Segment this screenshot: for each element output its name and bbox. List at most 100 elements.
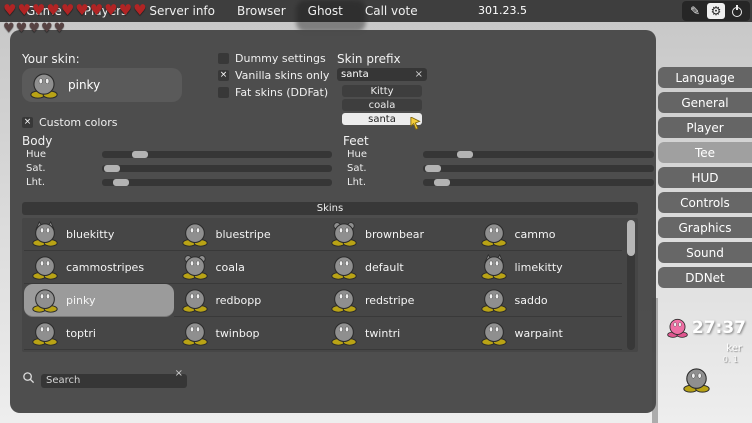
timer-text: 27:37	[692, 318, 746, 338]
tab-language[interactable]: Language	[658, 67, 752, 88]
menu-item-ghost[interactable]: Ghost	[308, 4, 343, 18]
tab-tee[interactable]: Tee	[658, 142, 752, 163]
search-clear-button[interactable]: ×	[175, 369, 183, 379]
prefix-option-coala[interactable]: coala	[342, 99, 422, 111]
slider-handle[interactable]	[113, 179, 129, 186]
body-hue-slider: Hue	[22, 148, 332, 162]
feet-lht-slider: Lht.	[343, 176, 654, 190]
slider-handle[interactable]	[104, 165, 120, 172]
skins-scrollbar[interactable]	[627, 220, 635, 350]
prefix-option-santa[interactable]: santa	[342, 113, 422, 125]
slider-label: Hue	[347, 149, 367, 160]
skin-name: bluekitty	[66, 228, 114, 241]
skin-item-bluestripe[interactable]: bluestripe	[174, 218, 324, 251]
menu-item-server-info[interactable]: Server info	[149, 4, 215, 18]
tee-avatar	[32, 254, 58, 280]
skin-item-saddo[interactable]: saddo	[473, 284, 623, 317]
checkbox-label: Custom colors	[39, 116, 117, 129]
prefix-clear-button[interactable]: ×	[415, 70, 423, 80]
slider-label: Hue	[26, 149, 46, 160]
scrollbar-handle[interactable]	[627, 220, 635, 256]
slider-rail[interactable]	[102, 179, 332, 186]
skin-name: redstripe	[365, 294, 414, 307]
feet-hue-slider: Hue	[343, 148, 654, 162]
skin-item-pinky[interactable]: pinky	[24, 284, 174, 317]
search-icon	[22, 371, 35, 384]
settings-gear-icon[interactable]: ⚙	[707, 3, 725, 19]
checkbox-fat-skins[interactable]: Fat skins (DDFat)	[218, 86, 329, 99]
tee-avatar	[331, 254, 357, 280]
body-sat-slider: Sat.	[22, 162, 332, 176]
search-input[interactable]	[41, 374, 187, 388]
slider-handle[interactable]	[457, 151, 473, 158]
power-icon[interactable]	[728, 3, 746, 19]
checkbox-dummy-settings[interactable]: Dummy settings	[218, 52, 329, 65]
slider-handle[interactable]	[132, 151, 148, 158]
tee-avatar	[182, 254, 208, 280]
skin-item-coala[interactable]: coala	[174, 251, 324, 284]
skin-item-brownbear[interactable]: brownbear	[323, 218, 473, 251]
tab-general[interactable]: General	[658, 92, 752, 113]
skin-item-toptri[interactable]: toptri	[24, 317, 174, 350]
skin-item-redstripe[interactable]: redstripe	[323, 284, 473, 317]
tab-hud[interactable]: HUD	[658, 167, 752, 188]
slider-rail[interactable]	[423, 151, 654, 158]
current-skin-name: pinky	[68, 78, 100, 92]
armor-heart-icon: ♥	[54, 21, 66, 37]
editor-pencil-icon[interactable]: ✎	[686, 3, 704, 19]
slider-label: Sat.	[347, 163, 367, 174]
heart-icon: ♥	[104, 1, 117, 19]
skin-name: saddo	[515, 294, 548, 307]
skin-item-cammostripes[interactable]: cammostripes	[24, 251, 174, 284]
tee-avatar	[481, 254, 507, 280]
skin-prefix-value: santa	[341, 69, 415, 80]
checkbox-box	[218, 53, 229, 64]
tee-avatar	[182, 287, 208, 313]
skin-item-twinbop[interactable]: twinbop	[174, 317, 324, 350]
tee-avatar	[481, 287, 507, 313]
checkbox-label: Vanilla skins only	[235, 69, 329, 82]
nameplate-sub: 0. 1	[723, 355, 738, 364]
tab-graphics[interactable]: Graphics	[658, 217, 752, 238]
tee-avatar	[331, 287, 357, 313]
skin-name: twinbop	[216, 327, 260, 340]
menu-item-call-vote[interactable]: Call vote	[365, 4, 418, 18]
skin-name: warpaint	[515, 327, 563, 340]
tab-controls[interactable]: Controls	[658, 192, 752, 213]
tab-ddnet[interactable]: DDNet	[658, 267, 752, 288]
slider-handle[interactable]	[425, 165, 441, 172]
slider-handle[interactable]	[434, 179, 450, 186]
prefix-option-kitty[interactable]: Kitty	[342, 85, 422, 97]
slider-rail[interactable]	[423, 179, 654, 186]
skin-name: default	[365, 261, 404, 274]
skin-item-twintri[interactable]: twintri	[323, 317, 473, 350]
tee-avatar	[32, 320, 58, 346]
slider-rail[interactable]	[423, 165, 654, 172]
skin-item-redbopp[interactable]: redbopp	[174, 284, 324, 317]
current-skin-button[interactable]: pinky	[22, 68, 182, 102]
tee-avatar	[32, 221, 58, 247]
skin-prefix-field[interactable]: santa ×	[337, 68, 427, 81]
skin-name: twintri	[365, 327, 400, 340]
tab-player[interactable]: Player	[658, 117, 752, 138]
skin-item-default[interactable]: default	[323, 251, 473, 284]
slider-rail[interactable]	[102, 165, 332, 172]
slider-rail[interactable]	[102, 151, 332, 158]
menu-item-browser[interactable]: Browser	[237, 4, 286, 18]
body-lht-slider: Lht.	[22, 176, 332, 190]
skin-item-warpaint[interactable]: warpaint	[473, 317, 623, 350]
search-bar: ×	[22, 368, 187, 388]
slider-label: Lht.	[347, 177, 366, 188]
skin-name: pinky	[66, 294, 96, 307]
system-icons: ✎ ⚙	[682, 1, 750, 21]
skin-item-cammo[interactable]: cammo	[473, 218, 623, 251]
skin-item-limekitty[interactable]: limekitty	[473, 251, 623, 284]
heart-icon: ♥	[133, 1, 146, 19]
world-tee	[683, 366, 710, 393]
skin-item-bluekitty[interactable]: bluekitty	[24, 218, 174, 251]
timer-tee-icon	[667, 317, 688, 338]
armor-heart-icon: ♥	[28, 21, 40, 37]
tab-sound[interactable]: Sound	[658, 242, 752, 263]
checkbox-vanilla-skins-only[interactable]: ×Vanilla skins only	[218, 69, 329, 82]
checkbox-custom-colors[interactable]: ×Custom colors	[22, 116, 117, 129]
